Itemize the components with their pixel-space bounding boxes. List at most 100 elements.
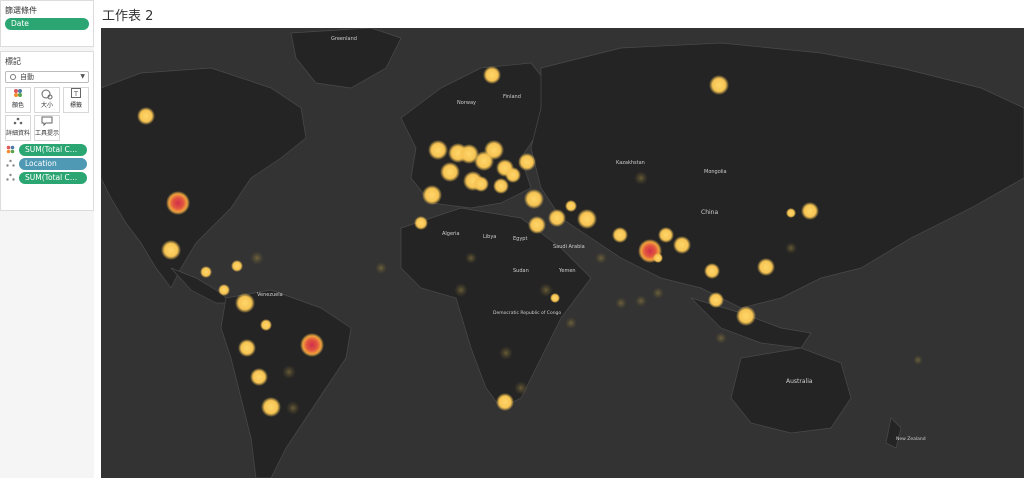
case-circle[interactable]: [300, 333, 324, 357]
case-circle[interactable]: [612, 227, 628, 243]
detail-button[interactable]: 詳細資料: [5, 115, 31, 141]
case-circle[interactable]: [250, 368, 268, 386]
label-button[interactable]: T 標籤: [63, 87, 89, 113]
map-view[interactable]: Greenland Norway Finland Kazakhstan Mong…: [101, 28, 1024, 478]
map-label: Kazakhstan: [616, 160, 645, 166]
case-circle[interactable]: [261, 397, 281, 417]
color-button-label: 顏色: [11, 102, 24, 109]
case-circle[interactable]: [166, 191, 190, 215]
left-sidebar: 篩選條件 Date 標記 自動 ▼ 顏色 大小 T 標籤 詳細資料 工具提示 S…: [0, 0, 94, 478]
detail-icon: [6, 116, 30, 129]
case-circle[interactable]: [218, 284, 230, 296]
map-label: China: [701, 209, 718, 216]
shelf-pill-detail[interactable]: SUM(Total Cas..: [19, 172, 87, 184]
case-circle[interactable]: [514, 381, 528, 395]
case-circle[interactable]: [200, 266, 212, 278]
case-circle[interactable]: [518, 153, 536, 171]
case-circle[interactable]: [709, 75, 729, 95]
case-circle[interactable]: [250, 251, 264, 265]
case-circle[interactable]: [524, 189, 544, 209]
case-circle[interactable]: [634, 171, 648, 185]
marks-buttons: 顏色 大小 T 標籤 詳細資料 工具提示: [1, 85, 93, 143]
case-circle[interactable]: [161, 240, 181, 260]
case-circle[interactable]: [528, 216, 546, 234]
case-circle[interactable]: [260, 319, 272, 331]
case-circle[interactable]: [474, 151, 494, 171]
tooltip-button[interactable]: 工具提示: [34, 115, 60, 141]
chevron-down-icon: ▼: [80, 73, 85, 80]
australia: [730, 347, 852, 434]
case-circle[interactable]: [505, 167, 521, 183]
case-circle[interactable]: [736, 306, 756, 326]
size-icon: [35, 88, 59, 101]
world-map[interactable]: Greenland Norway Finland Kazakhstan Mong…: [101, 28, 1024, 478]
case-circle[interactable]: [454, 283, 468, 297]
case-circle[interactable]: [652, 287, 664, 299]
detail-button-label: 詳細資料: [6, 130, 31, 137]
case-circle[interactable]: [483, 66, 501, 84]
case-circle[interactable]: [422, 185, 442, 205]
case-circle[interactable]: [375, 262, 387, 274]
label-button-label: 標籤: [69, 102, 82, 109]
case-circle[interactable]: [137, 107, 155, 125]
marks-shelf-row: SUM(Total Cas..: [1, 143, 93, 157]
case-circle[interactable]: [635, 295, 647, 307]
map-label: New Zealand: [896, 436, 926, 442]
case-circle[interactable]: [231, 260, 243, 272]
marks-card: 標記 自動 ▼ 顏色 大小 T 標籤 詳細資料 工具提示 SUM(Total C…: [0, 51, 94, 211]
case-circle[interactable]: [757, 258, 775, 276]
case-circle[interactable]: [414, 216, 428, 230]
case-circle[interactable]: [493, 178, 509, 194]
size-button-label: 大小: [40, 102, 53, 109]
mark-circle-icon: [10, 74, 16, 80]
case-circle[interactable]: [565, 200, 577, 212]
case-circle[interactable]: [653, 253, 663, 263]
color-icon: [6, 88, 30, 101]
case-circle[interactable]: [286, 401, 300, 415]
map-label: Greenland: [331, 36, 357, 42]
map-label: Venezuela: [257, 292, 283, 298]
case-circle[interactable]: [496, 393, 514, 411]
case-circle[interactable]: [615, 297, 627, 309]
case-circle[interactable]: [465, 252, 477, 264]
case-circle[interactable]: [913, 355, 923, 365]
marks-title: 標記: [5, 57, 21, 66]
case-circle[interactable]: [565, 317, 577, 329]
case-circle[interactable]: [801, 202, 819, 220]
shelf-pill-color[interactable]: SUM(Total Cas..: [19, 144, 87, 156]
marks-shelf-row: Location: [1, 157, 93, 171]
size-button[interactable]: 大小: [34, 87, 60, 113]
case-circle[interactable]: [785, 242, 797, 254]
filters-title: 篩選條件: [5, 6, 37, 15]
case-circle[interactable]: [786, 208, 796, 218]
case-circle[interactable]: [282, 365, 296, 379]
map-label: Australia: [786, 378, 813, 385]
case-circle[interactable]: [704, 263, 720, 279]
case-circle[interactable]: [499, 346, 513, 360]
map-label: Algeria: [442, 231, 460, 237]
shelf-pill-location[interactable]: Location: [19, 158, 87, 170]
case-circle[interactable]: [473, 176, 489, 192]
filter-pill-date[interactable]: Date: [5, 18, 89, 30]
mark-type-dropdown[interactable]: 自動 ▼: [5, 71, 89, 83]
case-circle[interactable]: [238, 339, 256, 357]
marks-shelf-row: SUM(Total Cas..: [1, 171, 93, 185]
case-circle[interactable]: [577, 209, 597, 229]
color-button[interactable]: 顏色: [5, 87, 31, 113]
case-circle[interactable]: [673, 236, 691, 254]
case-circle[interactable]: [658, 227, 674, 243]
map-label: Yemen: [558, 268, 576, 274]
case-circle[interactable]: [595, 252, 607, 264]
case-circle[interactable]: [539, 283, 553, 297]
mark-type-label: 自動: [20, 73, 34, 81]
case-circle[interactable]: [550, 293, 560, 303]
case-circle[interactable]: [235, 293, 255, 313]
case-circle[interactable]: [548, 209, 566, 227]
case-circle[interactable]: [428, 140, 448, 160]
case-circle[interactable]: [708, 292, 724, 308]
case-circle[interactable]: [440, 162, 460, 182]
map-label: Sudan: [513, 268, 529, 274]
case-circle[interactable]: [715, 332, 727, 344]
map-label: Libya: [483, 234, 496, 240]
tooltip-icon: [35, 116, 59, 129]
